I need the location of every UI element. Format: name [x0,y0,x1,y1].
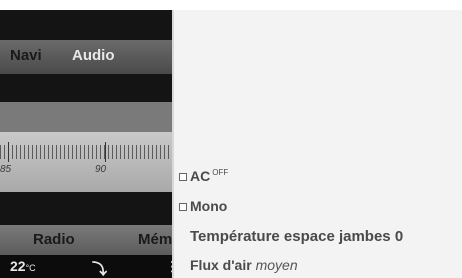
station-band [0,102,172,132]
ac-state: OFF [212,168,229,178]
more-icon: ⋮ [165,258,172,274]
frequency-ticks [0,145,172,159]
frequency-scale: 85 90 [0,132,172,192]
airflow-label: Flux d'air moyen [190,257,298,273]
footwell-value: 0 [394,228,404,245]
head-unit-screen: Navi Audio 85 90 Radio Mém 22°C ⤵ ⋮ AC OF… [0,10,462,278]
menu-item-ac[interactable]: AC OFF [178,168,462,190]
ac-label-text: AC [190,168,211,184]
temperature-value: 22 [10,258,26,274]
airflow-label-text: Flux d'air [190,257,252,273]
nav-item-audio[interactable]: Audio [72,47,115,64]
footwell-label-text: Température espace jambes [190,228,391,245]
audio-menu-bar: Radio Mém [0,225,172,255]
menu-item-mono[interactable]: Mono [178,198,462,220]
temperature-unit: °C [25,263,36,273]
menu-item-footwell-temperature[interactable]: Température espace jambes 0 [178,228,462,250]
mono-label: Mono [190,198,228,214]
ac-checkbox[interactable] [179,173,187,181]
nav-item-navi[interactable]: Navi [10,47,42,64]
climate-menu: AC OFF Mono Température espace jambes 0 F… [174,10,462,278]
menu-item-memory[interactable]: Mém [138,231,172,248]
major-tick [105,142,106,162]
mono-checkbox[interactable] [179,203,187,211]
main-function-bar: Navi Audio [0,40,172,74]
scale-label-85: 85 [0,164,12,175]
footwell-label: Température espace jambes 0 [190,228,403,245]
temperature-readout: 22°C [10,258,36,274]
airflow-value: moyen [255,257,298,273]
audio-display: Navi Audio 85 90 Radio Mém 22°C ⤵ ⋮ [0,10,172,278]
major-tick [8,142,9,162]
menu-item-radio[interactable]: Radio [33,231,75,248]
menu-item-airflow[interactable]: Flux d'air moyen [178,257,462,278]
scale-label-90: 90 [95,164,107,175]
airflow-icon: ⤵ [92,261,108,278]
ac-label: AC OFF [190,168,228,184]
climate-status-bar: 22°C ⤵ ⋮ [0,255,172,278]
